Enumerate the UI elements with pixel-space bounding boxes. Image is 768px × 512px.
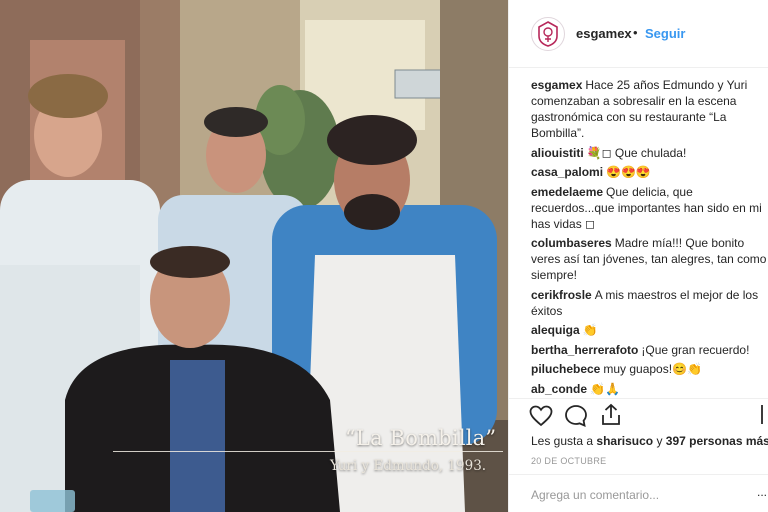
more-options-button[interactable]: ... <box>757 485 767 499</box>
likes-summary: Les gusta a sharisuco y 397 personas más <box>531 434 768 448</box>
comment-username[interactable]: alequiga <box>531 323 580 337</box>
post-header: esgamex • Seguir <box>509 0 768 68</box>
comment-username[interactable]: esgamex <box>531 78 582 92</box>
comment-text: 😍😍😍 <box>606 165 651 179</box>
comment-text: muy guapos!😊👏 <box>603 362 702 376</box>
comment-username[interactable]: aliouistiti <box>531 146 584 160</box>
list-item: piluchebece muy guapos!😊👏 <box>531 361 767 377</box>
comment-text: ¡Que gran recuerdo! <box>641 342 750 357</box>
photo-caption-subtitle: Yuri y Edmundo, 1993. <box>330 458 487 474</box>
post-sidebar: esgamex • Seguir esgamex Hace 25 años Edm… <box>508 0 768 512</box>
comment-text: 💐◻ Que chulada! <box>586 145 687 160</box>
list-item: bertha_herrerafoto ¡Que gran recuerdo! <box>531 342 767 358</box>
comment-icon[interactable] <box>564 404 588 428</box>
likes-user[interactable]: sharisuco <box>596 434 653 448</box>
list-item: alequiga 👏 <box>531 322 767 338</box>
list-item: aliouistiti 💐◻ Que chulada! <box>531 145 767 161</box>
list-item: esgamex Hace 25 años Edmundo y Yuri comen… <box>531 77 767 141</box>
likes-connector: y <box>656 434 663 448</box>
comment-username[interactable]: emedelaeme <box>531 185 603 199</box>
avatar[interactable] <box>531 17 565 51</box>
action-bar <box>509 398 768 434</box>
list-item: cerikfrosle A mis maestros el mejor de lo… <box>531 287 767 319</box>
likes-prefix: Les gusta a <box>531 434 594 448</box>
post-photo[interactable]: “La Bombilla” Yuri y Edmundo, 1993. <box>0 0 508 512</box>
comment-text: 👏 <box>582 323 598 337</box>
logo-icon <box>538 21 558 47</box>
comment-username[interactable]: bertha_herrerafoto <box>531 343 638 357</box>
share-icon[interactable] <box>600 403 622 427</box>
comment-username[interactable]: casa_palomi <box>531 165 603 179</box>
comments-list: esgamex Hace 25 años Edmundo y Yuri comen… <box>531 77 767 400</box>
list-item: casa_palomi 😍😍😍 <box>531 164 767 180</box>
heart-icon[interactable] <box>529 405 553 427</box>
list-item: columbaseres Madre mía!!! Que bonito vere… <box>531 235 767 283</box>
header-separator: • <box>633 25 638 40</box>
list-item: emedelaeme Que delicia, que recuerdos...q… <box>531 184 767 232</box>
comment-text: 👏🙏 <box>590 381 620 396</box>
caption-divider <box>113 451 503 452</box>
photo-caption-title: “La Bombilla” <box>345 426 497 450</box>
follow-button[interactable]: Seguir <box>645 26 685 41</box>
likes-count[interactable]: 397 personas más <box>666 434 768 448</box>
header-username[interactable]: esgamex <box>576 26 632 41</box>
list-item: ab_conde 👏🙏 <box>531 381 767 397</box>
bookmark-icon[interactable] <box>761 404 768 426</box>
comment-input[interactable] <box>531 485 731 505</box>
comment-username[interactable]: ab_conde <box>531 382 587 396</box>
comment-username[interactable]: columbaseres <box>531 236 612 250</box>
add-comment-bar: ... <box>509 474 768 512</box>
comment-username[interactable]: piluchebece <box>531 362 600 376</box>
post-date: 20 DE OCTUBRE <box>531 456 607 466</box>
comment-username[interactable]: cerikfrosle <box>531 288 592 302</box>
